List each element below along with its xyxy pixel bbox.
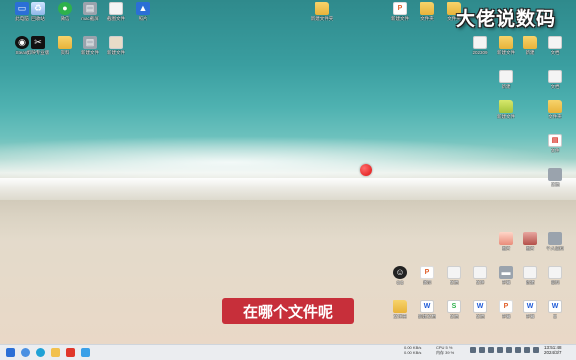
network-speed: 0.00 KB/s 0.00 KB/s [404, 345, 421, 355]
folder-icon [499, 100, 513, 113]
document-icon [109, 36, 123, 49]
video-subtitle: 在哪个文件呢 [222, 298, 354, 324]
edge-icon[interactable] [36, 348, 45, 357]
clock-date: 2024/3/7 [544, 350, 562, 355]
shore-foam [0, 178, 576, 200]
desktop-icon-doc[interactable]: 新建文件 [94, 36, 138, 68]
tray-icon[interactable] [524, 347, 530, 353]
tray-icon[interactable] [515, 347, 521, 353]
desktop-icon-folder[interactable]: 新建文件 [484, 100, 528, 132]
memory-usage: 内存 39 % [436, 350, 455, 355]
app-icon[interactable] [81, 348, 90, 357]
desktop-icon-folder[interactable]: 新建文件夹 [300, 2, 344, 34]
pdf-icon: ▤ [548, 134, 562, 147]
clock[interactable]: 13:51:48 2024/3/7 [544, 345, 562, 355]
app-icon[interactable] [66, 348, 75, 357]
folder-icon [315, 2, 329, 15]
desktop-icon-word[interactable]: W文 [533, 300, 576, 332]
desktop-icon-photo[interactable]: ▲ 照片 [121, 2, 165, 34]
document-icon [548, 266, 562, 279]
document-icon [499, 70, 513, 83]
download-speed: 0.00 KB/s [404, 350, 422, 355]
cursor-highlight [360, 164, 372, 176]
document-icon [548, 168, 562, 181]
tray-icon[interactable] [470, 347, 476, 353]
desktop-icon-pdf[interactable]: ▤ 文件 [533, 134, 576, 166]
tray-icon[interactable] [497, 347, 503, 353]
word-icon: W [548, 300, 562, 313]
desktop-icon-doc[interactable]: 新建 [484, 70, 528, 102]
desktop-icon-doc[interactable]: 文档 [533, 168, 576, 200]
start-icon[interactable] [6, 348, 15, 357]
tray-icon[interactable] [479, 347, 485, 353]
tray-icon[interactable] [533, 347, 539, 353]
tray-icon[interactable] [506, 347, 512, 353]
desktop-icon-folder[interactable]: 文件夹 [533, 100, 576, 132]
taskbar-left [0, 348, 90, 357]
desktop-icon-image[interactable]: 个人资料 [533, 232, 576, 264]
image-icon [548, 232, 562, 245]
wave-foam [0, 136, 576, 180]
image-icon: ▲ [136, 2, 150, 15]
tray-icon[interactable] [488, 347, 494, 353]
document-icon [548, 36, 562, 49]
search-icon[interactable] [21, 348, 30, 357]
file-explorer-icon[interactable] [51, 348, 60, 357]
desktop-icon-doc[interactable]: 资料 [533, 266, 576, 298]
desktop-icon-doc[interactable]: 文档 [533, 70, 576, 102]
desktop-icon-doc[interactable]: 文档 [533, 36, 576, 68]
system-usage: CPU 5 % 内存 39 % [436, 345, 454, 355]
document-icon [548, 70, 562, 83]
channel-watermark: 大佬说数码 [456, 8, 557, 30]
system-tray [470, 347, 539, 353]
folder-icon [548, 100, 562, 113]
